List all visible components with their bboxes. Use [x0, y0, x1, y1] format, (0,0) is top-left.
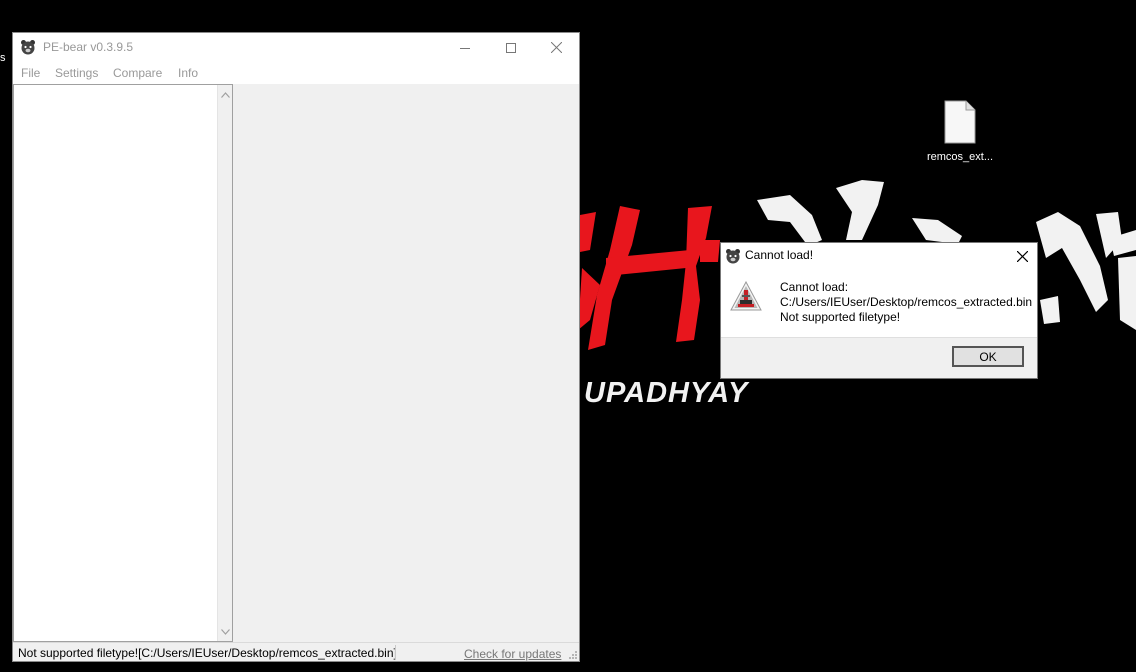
check-updates-link[interactable]: Check for updates [464, 647, 561, 661]
stray-glyph: s [0, 52, 6, 64]
bear-icon [21, 40, 35, 55]
status-separator [395, 645, 396, 660]
bear-icon [726, 249, 740, 264]
maximize-button[interactable] [488, 33, 534, 62]
minimize-icon [460, 47, 470, 49]
file-tree-panel[interactable] [13, 84, 233, 642]
minimize-button[interactable] [442, 33, 488, 62]
dialog-message: Cannot load: C:/Users/IEUser/Desktop/rem… [780, 280, 1032, 325]
chevron-down-icon [221, 628, 230, 635]
window-titlebar[interactable]: PE-bear v0.3.9.5 [13, 33, 579, 62]
maximize-icon [506, 42, 516, 53]
close-icon [1016, 250, 1028, 262]
dialog-line-3: Not supported filetype! [780, 310, 901, 324]
chevron-up-icon [221, 91, 230, 98]
error-dialog: Cannot load! Cannot load: C:/Users/IEUse… [720, 242, 1038, 379]
window-title: PE-bear v0.3.9.5 [43, 40, 134, 54]
file-icon [944, 100, 976, 144]
desktop-file-icon[interactable]: remcos_ext... [918, 100, 1002, 163]
dialog-footer: OK [721, 337, 1037, 378]
menu-info[interactable]: Info [178, 66, 198, 80]
dialog-line-1: Cannot load: [780, 280, 849, 294]
scroll-up-button[interactable] [218, 87, 233, 102]
dialog-close-button[interactable] [1007, 243, 1037, 269]
menu-file[interactable]: File [21, 66, 40, 80]
scroll-down-button[interactable] [218, 624, 233, 639]
close-icon [550, 42, 562, 53]
tree-scrollbar[interactable] [217, 85, 232, 641]
menu-compare[interactable]: Compare [113, 66, 162, 80]
content-panel [234, 84, 579, 642]
dialog-line-2: C:/Users/IEUser/Desktop/remcos_extracted… [780, 295, 1033, 309]
status-message: Not supported filetype![C:/Users/IEUser/… [18, 646, 397, 660]
resize-grip-icon[interactable] [567, 649, 577, 659]
close-button[interactable] [533, 33, 579, 62]
menu-bar: File Settings Compare Info [13, 62, 579, 84]
dialog-body: Cannot load: C:/Users/IEUser/Desktop/rem… [721, 269, 1037, 337]
dialog-titlebar[interactable]: Cannot load! [721, 243, 1037, 269]
wallpaper-text: UPADHYAY [584, 377, 750, 409]
dialog-title: Cannot load! [745, 248, 814, 262]
pe-bear-window: PE-bear v0.3.9.5 File Settings Compare I… [12, 32, 580, 662]
warning-icon [730, 281, 762, 311]
status-bar: Not supported filetype![C:/Users/IEUser/… [13, 642, 579, 661]
ok-button[interactable]: OK [952, 346, 1024, 367]
menu-settings[interactable]: Settings [55, 66, 98, 80]
desktop-file-label: remcos_ext... [926, 151, 994, 163]
